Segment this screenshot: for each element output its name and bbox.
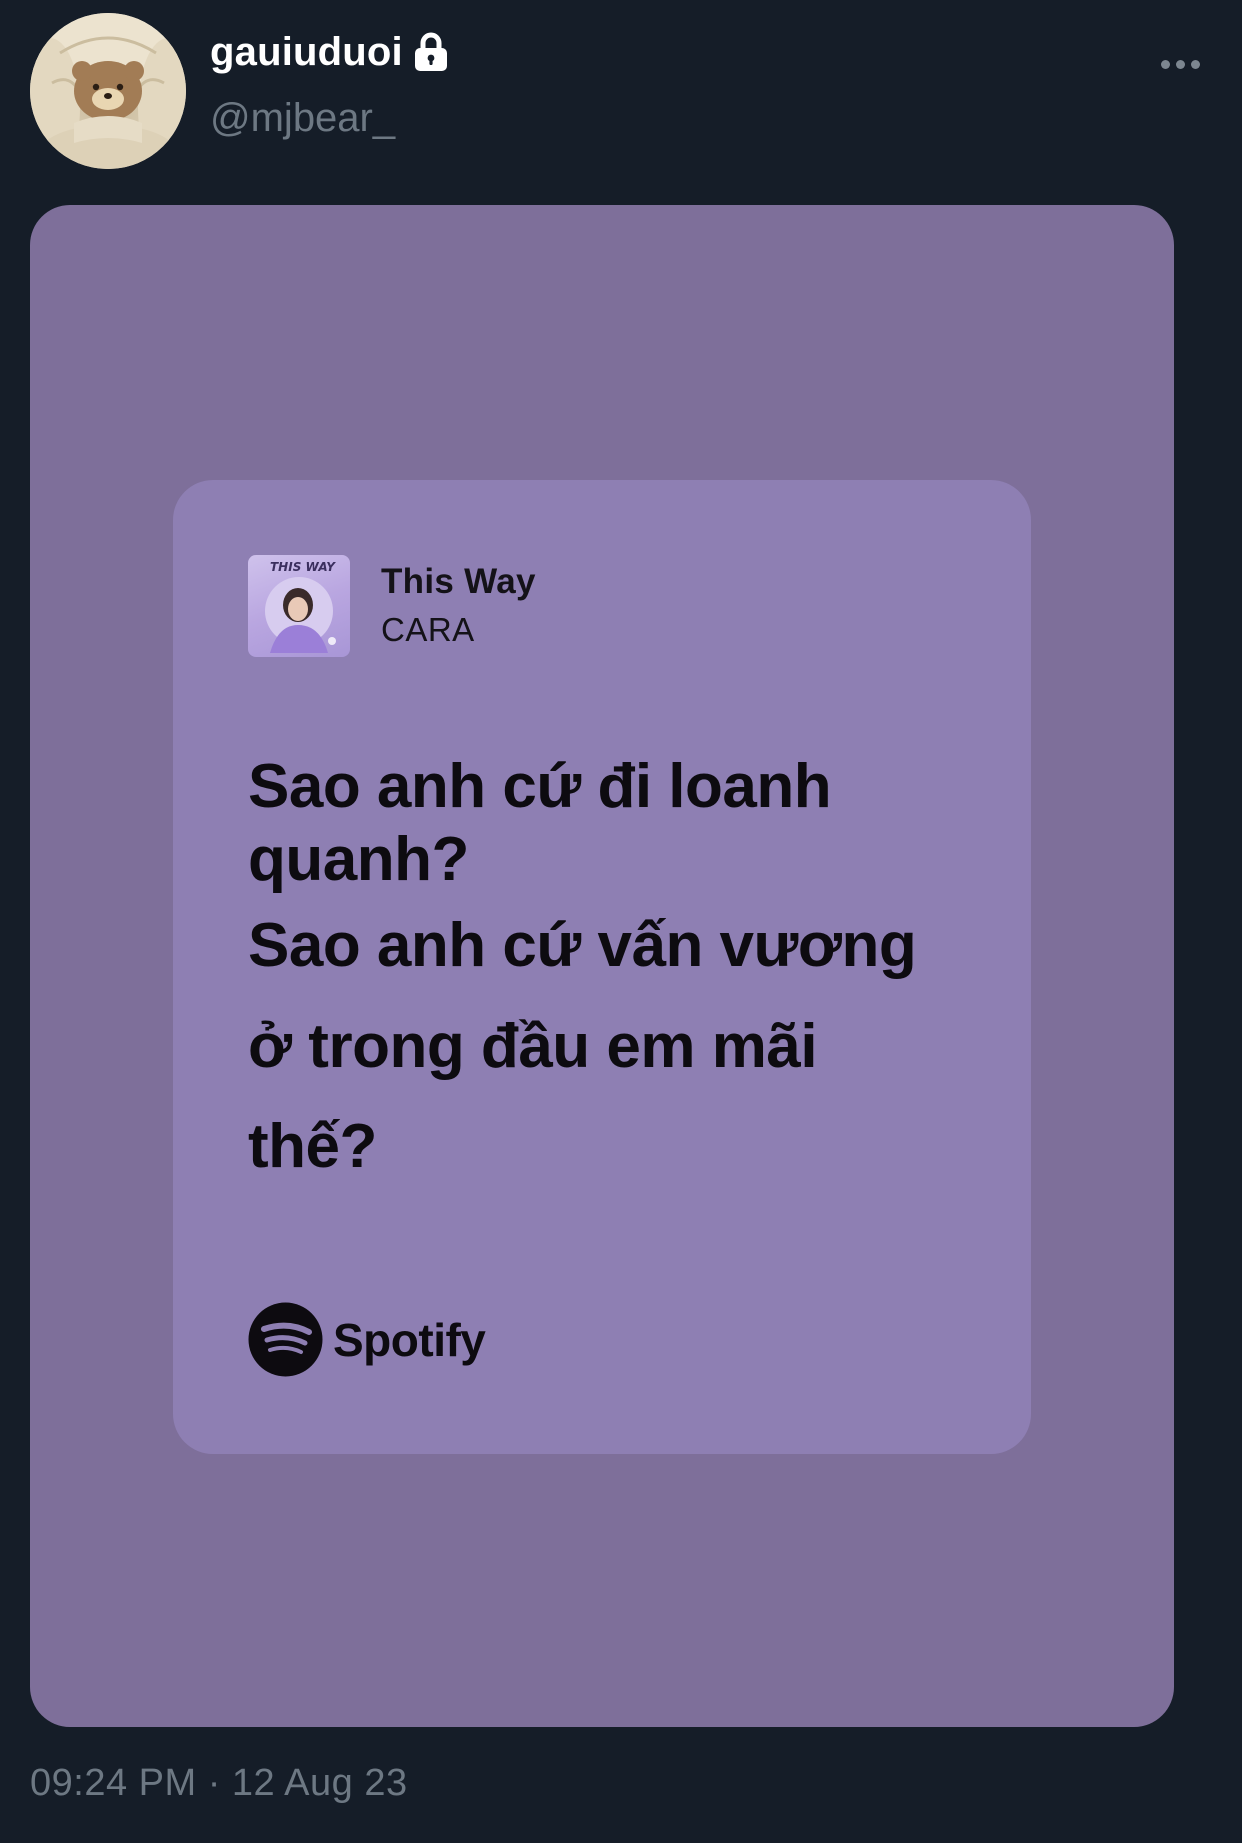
lyric-line: Sao anh cứ đi loanh <box>248 752 832 821</box>
song-title: This Way <box>381 562 536 601</box>
lyric-line: quanh? <box>248 825 469 895</box>
spotify-lyric-card: THIS WAY This Way CARA Sao anh cứ đi loa… <box>173 480 1031 1454</box>
more-horizontal-icon-dot <box>1175 59 1185 69</box>
more-horizontal-icon <box>1160 59 1170 69</box>
author-name-row[interactable]: gauiuduoi <box>210 26 451 78</box>
tweet-media-image[interactable]: THIS WAY This Way CARA Sao anh cứ đi loa… <box>30 205 1174 1727</box>
more-horizontal-icon-dot <box>1190 59 1200 69</box>
lyric-line: ở trong đầu em mãi <box>248 1011 818 1081</box>
lyrics-text: Sao anh cứ đi loanh quanh? Sao anh cứ vấ… <box>248 750 988 1198</box>
lyric-line: thế? <box>248 1112 377 1182</box>
more-options-button[interactable] <box>1150 44 1210 84</box>
spotify-icon <box>248 1302 323 1377</box>
display-name[interactable]: gauiuduoi <box>210 30 403 75</box>
avatar[interactable] <box>30 13 186 169</box>
tweet-timestamp[interactable]: 09:24 PM · 12 Aug 23 <box>30 1762 408 1805</box>
bear-in-blanket-avatar-icon <box>30 13 186 169</box>
tweet: gauiuduoi @mjbear_ THIS WAY This Way CAR… <box>0 0 1242 1843</box>
lyric-line: Sao anh cứ vấn vương <box>248 911 917 981</box>
spotify-wordmark: Spotify <box>333 1313 486 1366</box>
lock-icon <box>414 32 447 71</box>
spotify-logo: Spotify <box>248 1302 486 1377</box>
album-cover-art-icon: THIS WAY <box>265 560 336 653</box>
user-handle[interactable]: @mjbear_ <box>210 96 395 141</box>
cover-title-text: THIS WAY <box>270 560 336 574</box>
song-artist: CARA <box>381 611 475 648</box>
album-cover: THIS WAY <box>248 555 350 657</box>
